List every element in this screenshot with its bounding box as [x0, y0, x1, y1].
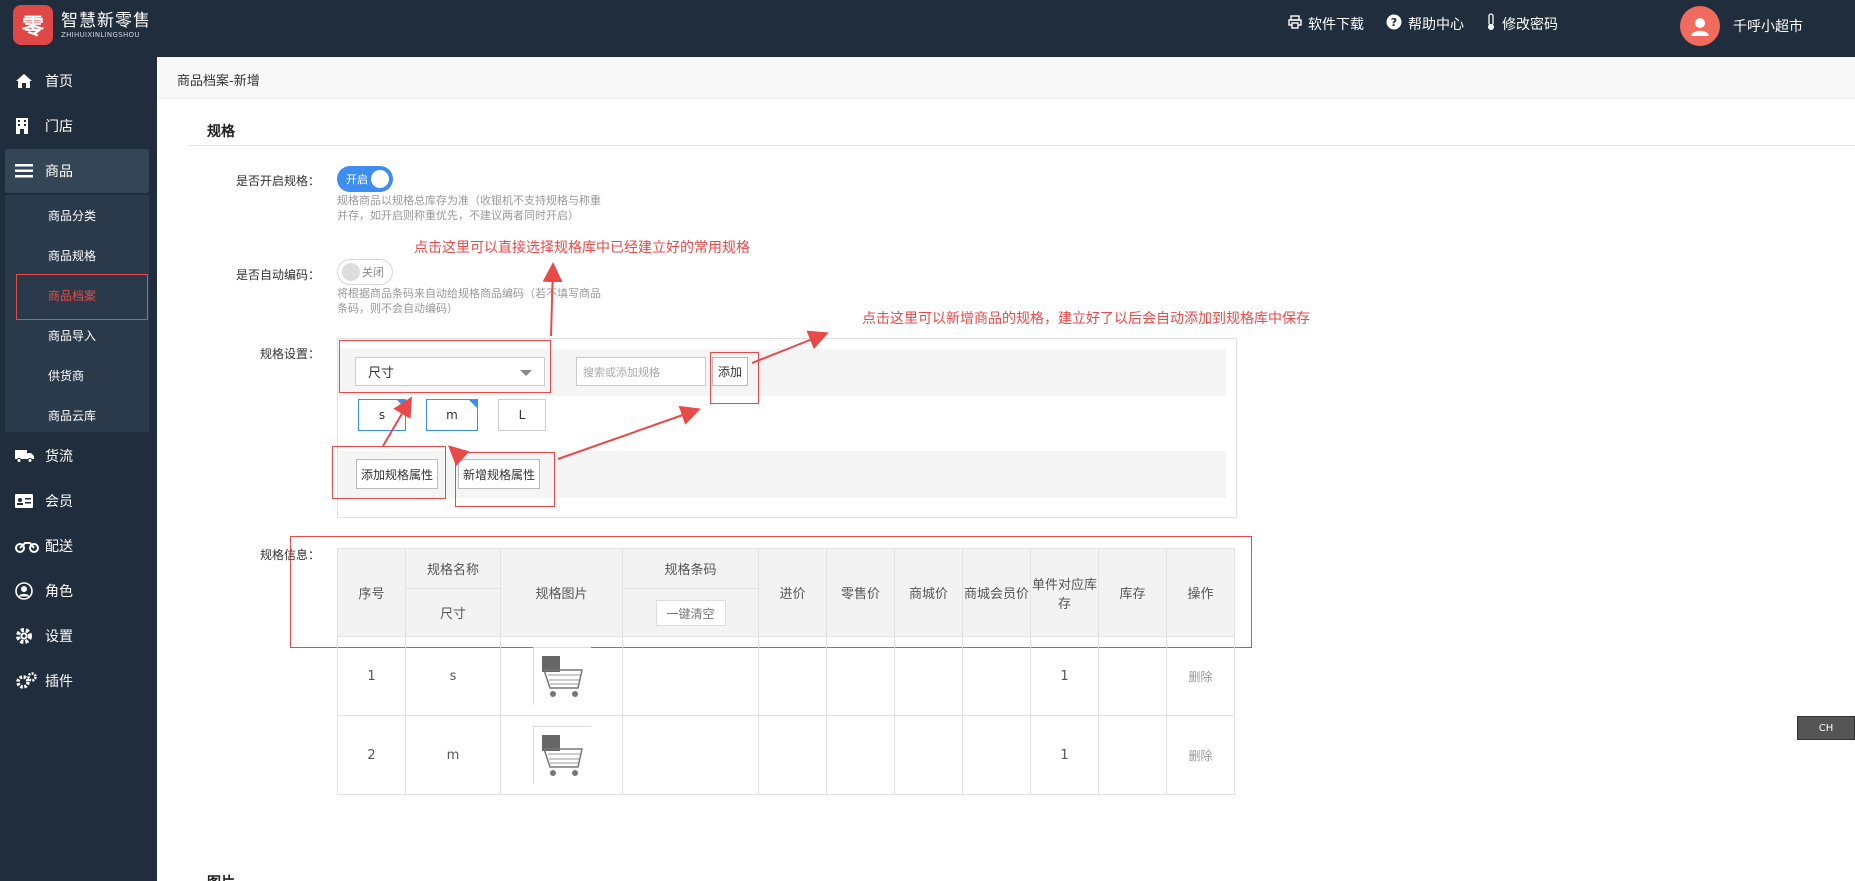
- th-spec-barcode: 规格条码: [622, 548, 759, 589]
- clear-all-button[interactable]: 一键清空: [655, 599, 726, 626]
- th-retail-price: 零售价: [826, 548, 895, 637]
- ime-indicator[interactable]: CH: [1797, 716, 1855, 740]
- delete-row-button[interactable]: 删除: [1188, 749, 1212, 763]
- th-index: 序号: [337, 548, 406, 637]
- spec-table: 序号 规格名称 规格图片 规格条码 进价 零售价 商城价 商城会员价 单件对应库…: [337, 548, 1235, 795]
- th-spec-image: 规格图片: [500, 548, 623, 637]
- spec-info-label: 规格信息：: [259, 548, 320, 562]
- th-unit-stock: 单件对应库存: [1030, 548, 1099, 637]
- th-stock: 库存: [1098, 548, 1167, 637]
- shopping-cart-image-icon: [533, 727, 592, 785]
- table-row: 1 s 1 删除: [337, 636, 1235, 716]
- spec-image-thumb[interactable]: [532, 647, 592, 706]
- th-mall-price: 商城价: [894, 548, 963, 637]
- table-row: 2 m 1 删除: [337, 715, 1235, 795]
- th-purchase-price: 进价: [758, 548, 827, 637]
- th-spec-name-sub: 尺寸: [405, 588, 501, 637]
- barcode-cell[interactable]: [622, 636, 759, 716]
- th-action: 操作: [1166, 548, 1235, 637]
- th-mall-member-price: 商城会员价: [962, 548, 1031, 637]
- shopping-cart-image-icon: [533, 648, 592, 706]
- th-spec-name: 规格名称: [405, 548, 501, 589]
- images-section-title: 图片: [207, 872, 235, 881]
- barcode-cell[interactable]: [622, 715, 759, 795]
- spec-image-thumb[interactable]: [532, 726, 592, 785]
- th-clear-cell: 一键清空: [622, 588, 759, 637]
- delete-row-button[interactable]: 删除: [1188, 670, 1212, 684]
